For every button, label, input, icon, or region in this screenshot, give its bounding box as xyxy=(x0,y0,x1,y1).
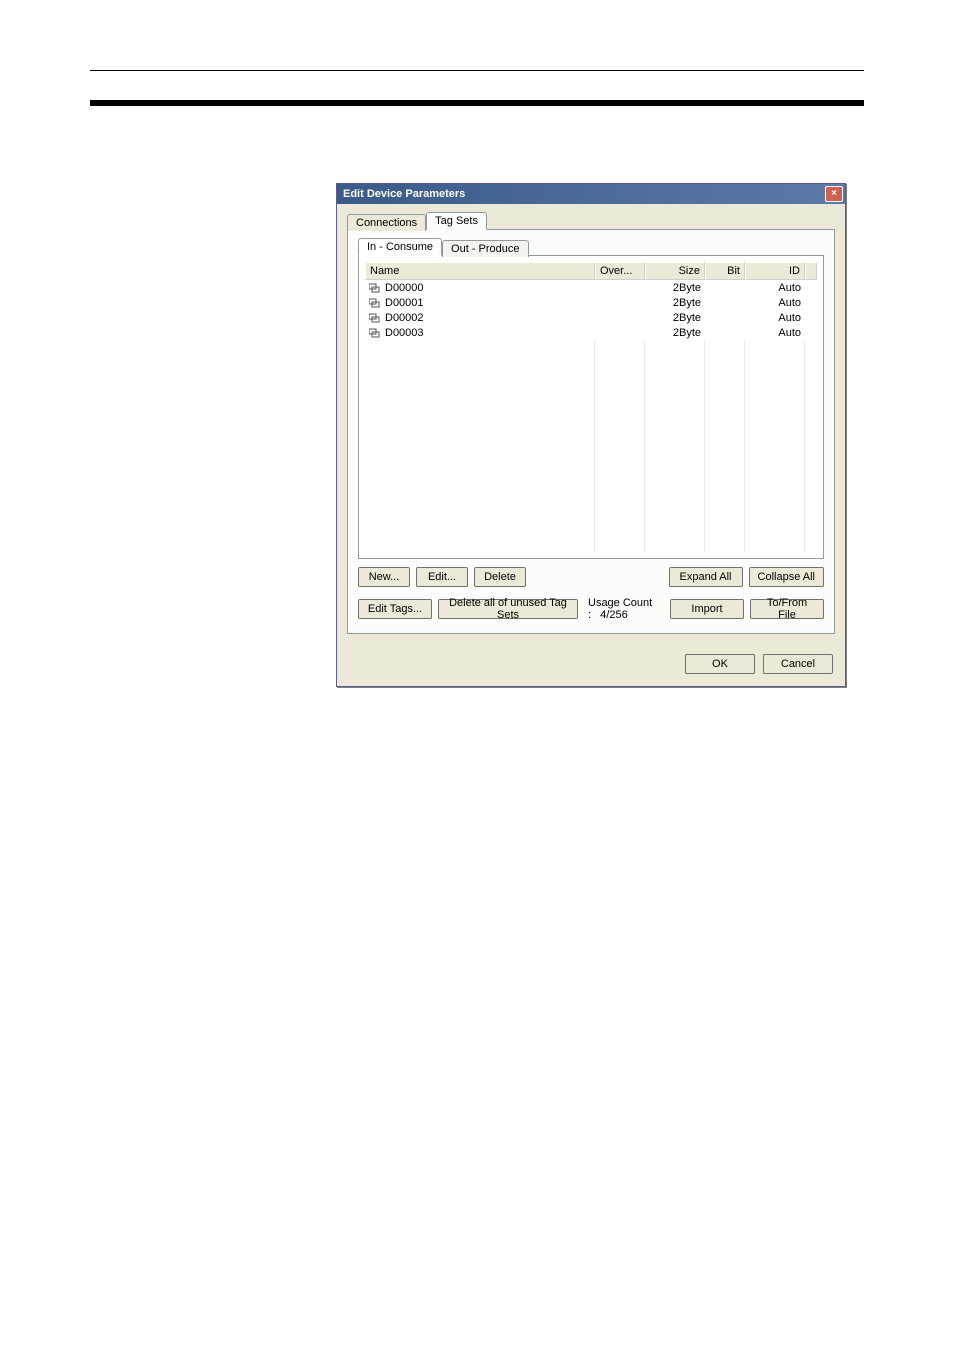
horizontal-rule-thin xyxy=(90,70,864,71)
main-tabstrip: Connections Tag Sets xyxy=(347,212,835,230)
cancel-button[interactable]: Cancel xyxy=(763,654,833,674)
cell-name: D00000 xyxy=(365,280,595,295)
cell-size: 2Byte xyxy=(645,280,705,295)
cell-id: Auto xyxy=(745,310,805,325)
column-header-bit[interactable]: Bit xyxy=(705,262,745,280)
collapse-all-button[interactable]: Collapse All xyxy=(749,567,824,587)
ok-button[interactable]: OK xyxy=(685,654,755,674)
page-container: Edit Device Parameters × Connections Tag… xyxy=(0,0,954,1351)
tag-sets-panel: In - Consume Out - Produce Name Over... … xyxy=(347,229,835,634)
column-header-filler xyxy=(805,262,817,280)
cell-name-text: D00000 xyxy=(385,282,424,294)
usage-count-value: 4/256 xyxy=(600,609,628,621)
dialog-footer: OK Cancel xyxy=(337,644,845,686)
tab-connections[interactable]: Connections xyxy=(347,214,426,231)
column-header-size[interactable]: Size xyxy=(645,262,705,280)
table-row[interactable]: D00003 2Byte Auto xyxy=(365,325,817,340)
tab-label-tag-sets: Tag Sets xyxy=(435,215,478,227)
subtabstrip: In - Consume Out - Produce xyxy=(358,238,824,256)
table-row[interactable]: D00002 2Byte Auto xyxy=(365,310,817,325)
cell-over xyxy=(595,325,645,340)
tagset-icon xyxy=(369,313,381,323)
cell-bit xyxy=(705,280,745,295)
subtab-label-out-produce: Out - Produce xyxy=(451,243,519,255)
tag-sets-listview[interactable]: Name Over... Size Bit ID D00000 2Byte Auto… xyxy=(365,262,817,552)
tagset-icon xyxy=(369,298,381,308)
cell-name: D00003 xyxy=(365,325,595,340)
listview-empty-area xyxy=(365,340,817,552)
close-button[interactable]: × xyxy=(825,186,843,202)
listview-rows: D00000 2Byte Auto D00001 2Byte Auto D00002 2Byt… xyxy=(365,280,817,340)
tagset-icon xyxy=(369,283,381,293)
cell-size: 2Byte xyxy=(645,310,705,325)
cell-bit xyxy=(705,310,745,325)
cell-size: 2Byte xyxy=(645,295,705,310)
column-header-id[interactable]: ID xyxy=(745,262,805,280)
cell-filler xyxy=(805,325,817,340)
cell-bit xyxy=(705,295,745,310)
cell-size: 2Byte xyxy=(645,325,705,340)
import-button[interactable]: Import xyxy=(670,599,744,619)
subtab-in-consume[interactable]: In - Consume xyxy=(358,238,442,256)
usage-count: Usage Count : 4/256 xyxy=(584,597,658,621)
button-row-2: Edit Tags... Delete all of unused Tag Se… xyxy=(358,597,824,621)
cell-name: D00002 xyxy=(365,310,595,325)
edit-device-parameters-dialog: Edit Device Parameters × Connections Tag… xyxy=(336,183,846,687)
column-header-name[interactable]: Name xyxy=(365,262,595,280)
cell-over xyxy=(595,295,645,310)
cell-over xyxy=(595,310,645,325)
dialog-titlebar: Edit Device Parameters × xyxy=(337,184,845,204)
cell-bit xyxy=(705,325,745,340)
close-icon: × xyxy=(831,189,837,199)
tab-tag-sets[interactable]: Tag Sets xyxy=(426,212,487,230)
in-consume-panel: Name Over... Size Bit ID D00000 2Byte Auto… xyxy=(358,255,824,559)
cell-name-text: D00001 xyxy=(385,297,424,309)
tagset-icon xyxy=(369,328,381,338)
column-header-over[interactable]: Over... xyxy=(595,262,645,280)
to-from-file-button[interactable]: To/From File xyxy=(750,599,824,619)
horizontal-rule-thick xyxy=(90,100,864,106)
cell-over xyxy=(595,280,645,295)
delete-unused-tag-sets-button[interactable]: Delete all of unused Tag Sets xyxy=(438,599,578,619)
table-row[interactable]: D00001 2Byte Auto xyxy=(365,295,817,310)
cell-id: Auto xyxy=(745,325,805,340)
delete-button[interactable]: Delete xyxy=(474,567,526,587)
table-row[interactable]: D00000 2Byte Auto xyxy=(365,280,817,295)
subtab-out-produce[interactable]: Out - Produce xyxy=(442,240,528,257)
cell-name: D00001 xyxy=(365,295,595,310)
cell-id: Auto xyxy=(745,280,805,295)
cell-filler xyxy=(805,295,817,310)
cell-filler xyxy=(805,310,817,325)
listview-header: Name Over... Size Bit ID xyxy=(365,262,817,280)
tab-label-connections: Connections xyxy=(356,217,417,229)
new-button[interactable]: New... xyxy=(358,567,410,587)
dialog-body: Connections Tag Sets In - Consume Out - … xyxy=(337,204,845,644)
cell-name-text: D00002 xyxy=(385,312,424,324)
expand-all-button[interactable]: Expand All xyxy=(669,567,743,587)
cell-name-text: D00003 xyxy=(385,327,424,339)
button-row-1: New... Edit... Delete Expand All Collaps… xyxy=(358,567,824,587)
edit-tags-button[interactable]: Edit Tags... xyxy=(358,599,432,619)
cell-filler xyxy=(805,280,817,295)
subtab-label-in-consume: In - Consume xyxy=(367,241,433,253)
dialog-title: Edit Device Parameters xyxy=(343,188,465,200)
edit-button[interactable]: Edit... xyxy=(416,567,468,587)
cell-id: Auto xyxy=(745,295,805,310)
